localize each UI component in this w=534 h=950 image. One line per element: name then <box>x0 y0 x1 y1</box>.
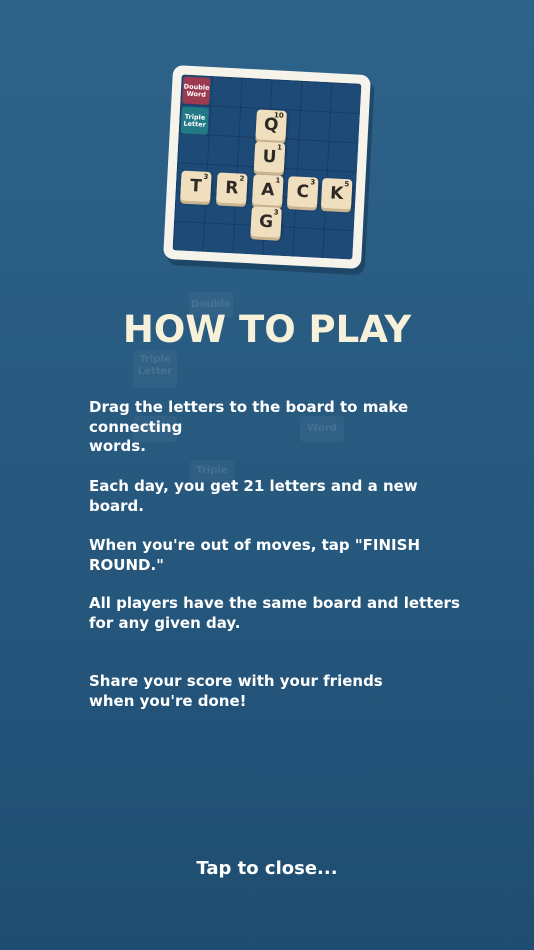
tile-points: 1 <box>276 143 283 152</box>
page-title: HOW TO PLAY <box>122 308 412 351</box>
board-preview: Double Word Triple Letter Q 10 U 1 T 3 R… <box>163 64 375 276</box>
tile-points: 2 <box>239 174 245 183</box>
tile-letter: T <box>189 176 203 197</box>
tile-points: 5 <box>344 180 350 189</box>
tile-letter: C <box>295 181 310 203</box>
letter-tile: G 3 <box>250 206 282 238</box>
letter-tile: R 2 <box>216 172 248 204</box>
instruction-text: Drag the letters to the board to make co… <box>89 398 409 455</box>
letter-tile: T 3 <box>180 170 212 203</box>
letter-tile: U 1 <box>253 141 286 173</box>
tap-to-close-button[interactable]: Tap to close... <box>0 858 534 879</box>
tile-letter: K <box>329 183 344 205</box>
tile-points: 3 <box>310 178 316 187</box>
tile-letter: G <box>258 211 274 233</box>
tile-points: 10 <box>273 111 284 120</box>
tile-points: 1 <box>275 176 281 185</box>
instruction-text: Share your score with your friends when … <box>89 672 383 710</box>
letter-tile: Q 10 <box>255 109 287 141</box>
letter-tile: C 3 <box>286 176 319 208</box>
instruction-text: When you're out of moves, tap "FINISH RO… <box>89 536 420 574</box>
tile-letter: R <box>224 177 239 199</box>
instruction-text: Each day, you get 21 letters and a new b… <box>89 477 418 515</box>
board-preview-card: Double Word Triple Letter Q 10 U 1 T 3 R… <box>163 64 371 270</box>
tile-points: 3 <box>203 172 209 181</box>
double-word-bonus: Double Word <box>182 76 211 105</box>
instruction-text: All players have the same board and lett… <box>89 594 460 632</box>
tile-points: 3 <box>273 208 279 217</box>
game-board: Double Word Triple Letter Q 10 U 1 T 3 R… <box>172 74 362 260</box>
letter-tile: A 1 <box>252 174 284 206</box>
tile-letter: U <box>262 146 277 168</box>
triple-letter-bonus: Triple Letter <box>180 106 210 135</box>
letter-tile: K 5 <box>320 177 353 210</box>
background-tile: Triple Letter <box>133 350 177 388</box>
tile-letter: A <box>260 179 275 201</box>
